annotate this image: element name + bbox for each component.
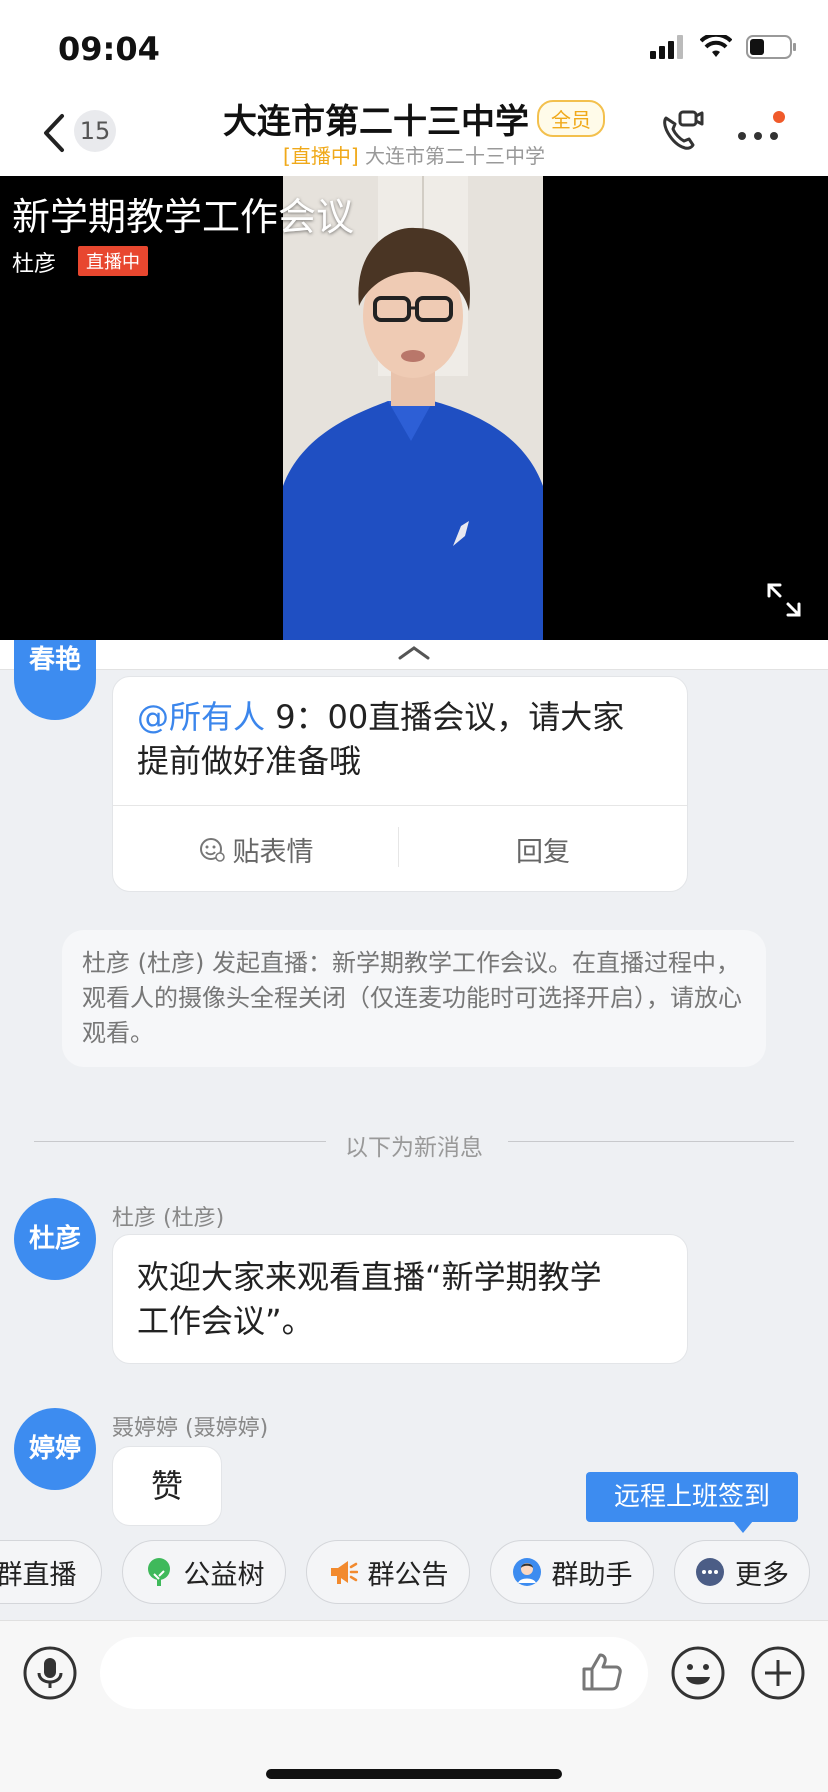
reply-button[interactable]: 回复 [399,807,687,891]
message-text-input[interactable] [100,1637,648,1709]
welcome-message-bubble[interactable]: 欢迎大家来观看直播“新学期教学 工作会议”。 [112,1234,688,1364]
live-status-tag: [直播中] [283,144,359,168]
battery-icon [746,35,796,59]
sender-name: 聂婷婷 (聂婷婷) [112,1416,269,1441]
fullscreen-expand-icon[interactable] [766,582,802,618]
thumbs-up-icon[interactable] [578,1647,626,1695]
avatar[interactable]: 春艳 [14,640,96,720]
wifi-icon [700,35,732,57]
emoji-reaction-icon [199,838,225,862]
quick-group-assistant-button[interactable]: 群助手 [490,1540,654,1604]
megaphone-icon [330,1561,358,1584]
message-text: 赞 [150,1467,183,1505]
presenter-image [283,176,543,640]
bubble-divider [113,805,687,806]
more-dots-icon [696,1558,724,1586]
remote-checkin-tooltip[interactable]: 远程上班签到 [586,1472,798,1522]
more-options-icon[interactable] [734,106,788,156]
like-message-bubble[interactable]: 赞 [112,1446,222,1526]
video-call-icon[interactable] [656,106,706,156]
mention-message-bubble[interactable]: @所有人 9：00直播会议，请大家 提前做好准备哦 贴表情 回复 [112,676,688,892]
live-video-player[interactable]: 新学期教学工作会议 杜彦 直播中 [0,176,828,640]
new-messages-divider: 以下为新消息 [34,1128,794,1161]
live-video-frame [283,176,543,640]
add-attachment-icon[interactable] [750,1645,806,1701]
group-title[interactable]: 大连市第二十三中学 [223,94,529,143]
chevron-up-icon[interactable] [396,642,432,664]
quick-charity-tree-button[interactable]: 公益树 [122,1540,286,1604]
quick-live-button[interactable]: 群直播 [0,1540,102,1604]
quick-more-button[interactable]: 更多 [674,1540,810,1604]
divider-label: 以下为新消息 [345,1135,483,1161]
all-members-badge: 全员 [537,100,605,137]
sender-name: 杜彦 (杜彦) [112,1206,225,1231]
message-text: 欢迎大家来观看直播“新学期教学 工作会议”。 [137,1258,602,1340]
home-indicator [266,1769,562,1779]
tree-icon [147,1558,170,1586]
emoji-icon[interactable] [670,1645,726,1701]
tooltip-arrow [733,1521,753,1533]
live-host-name: 杜彦 [12,252,57,277]
avatar[interactable]: 婷婷 [14,1408,96,1490]
add-reaction-button[interactable]: 贴表情 [113,807,399,891]
avatar[interactable]: 杜彦 [14,1198,96,1280]
status-icons [650,34,798,60]
video-collapse-bar[interactable] [0,640,828,670]
message-text: @所有人 9：00直播会议，请大家 提前做好准备哦 [137,698,625,780]
live-title: 新学期教学工作会议 [12,195,355,239]
signal-icon [650,35,683,59]
message-input-bar [0,1620,828,1792]
assistant-icon [512,1558,541,1586]
status-time: 09:04 [58,30,160,68]
quick-announcement-button[interactable]: 群公告 [306,1540,470,1604]
status-bar: 09:04 [0,0,828,88]
quick-action-bar: 群直播 公益树 群公告 群助手 更多 [0,1540,828,1606]
voice-input-icon[interactable] [22,1645,78,1701]
live-start-notice: 杜彦 (杜彦) 发起直播：新学期教学工作会议。在直播过程中，观看人的摄像头全程关… [62,930,766,1067]
live-subtitle-text: 大连市第二十三中学 [364,144,545,168]
chat-header: 15 大连市第二十三中学 全员 [直播中] 大连市第二十三中学 [0,88,828,176]
live-status-badge: 直播中 [78,246,148,276]
mention-tag[interactable]: @所有人 [137,698,265,736]
